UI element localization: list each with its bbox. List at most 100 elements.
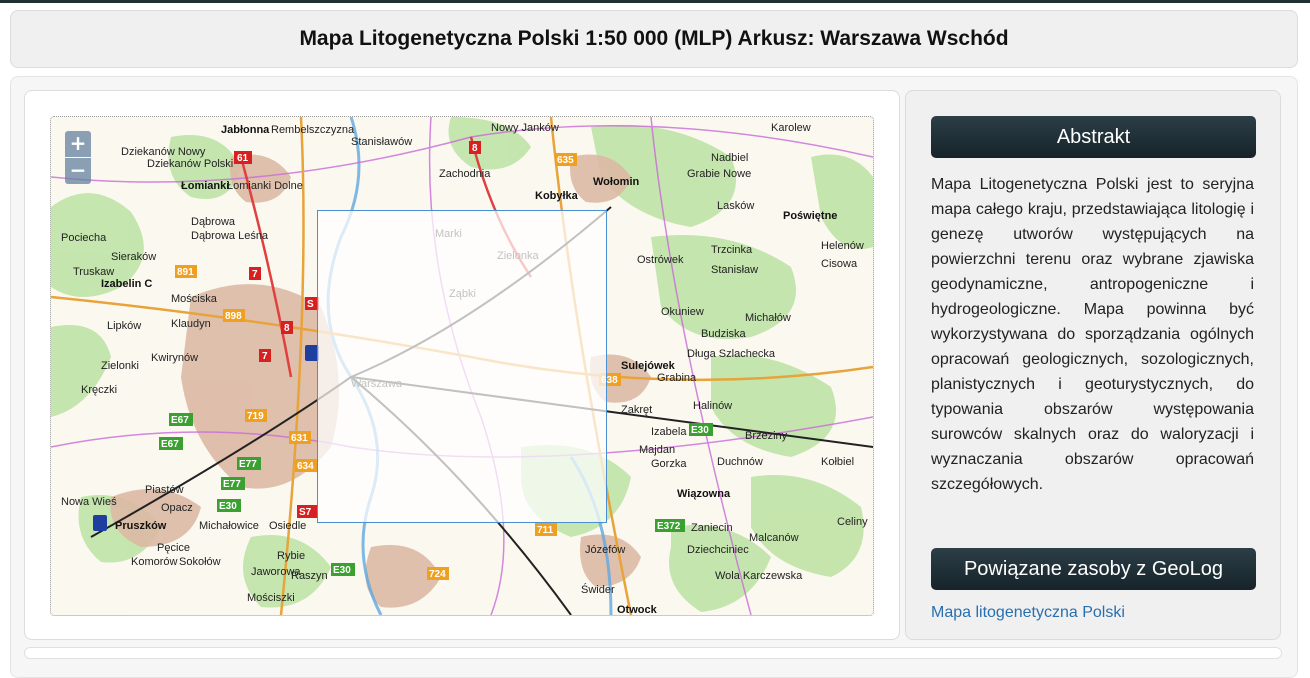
svg-text:Zakręt: Zakręt (621, 404, 652, 416)
svg-text:Kwirynów: Kwirynów (151, 352, 198, 364)
svg-text:Grabie Nowe: Grabie Nowe (687, 168, 751, 180)
svg-text:724: 724 (429, 569, 446, 580)
svg-text:E30: E30 (333, 565, 351, 576)
svg-text:Dąbrowa: Dąbrowa (191, 216, 236, 228)
svg-text:Karolew: Karolew (771, 122, 811, 134)
map-viewport[interactable]: Jabłonna Rembelszczyzna Nowy Janków Stan… (50, 116, 874, 616)
svg-text:Sulejówek: Sulejówek (621, 360, 676, 372)
svg-text:Klaudyn: Klaudyn (171, 318, 211, 330)
svg-text:Stanisławów: Stanisławów (351, 136, 412, 148)
svg-text:Rybie: Rybie (277, 550, 305, 562)
svg-text:E77: E77 (239, 459, 257, 470)
svg-text:Długa Szlachecka: Długa Szlachecka (687, 348, 776, 360)
svg-text:Kobyłka: Kobyłka (535, 190, 579, 202)
svg-text:Nowy Janków: Nowy Janków (491, 122, 559, 134)
svg-text:Mościska: Mościska (171, 293, 218, 305)
map-sheet-extent (317, 210, 607, 523)
svg-text:Pociecha: Pociecha (61, 232, 107, 244)
abstract-button[interactable]: Abstrakt (931, 116, 1256, 158)
svg-text:Helenów: Helenów (821, 240, 864, 252)
svg-text:Trzcinka: Trzcinka (711, 244, 753, 256)
svg-text:61: 61 (237, 153, 249, 164)
related-resource-link[interactable]: Mapa litogenetyczna Polski (931, 604, 1125, 622)
svg-text:Stanisław: Stanisław (711, 264, 758, 276)
svg-text:Piastów: Piastów (145, 484, 184, 496)
svg-text:E30: E30 (219, 501, 237, 512)
svg-text:Lipków: Lipków (107, 320, 141, 332)
svg-text:Celiny: Celiny (837, 516, 868, 528)
svg-text:635: 635 (557, 155, 574, 166)
svg-text:Michałowice: Michałowice (199, 520, 259, 532)
svg-text:Wola Karczewska: Wola Karczewska (715, 570, 803, 582)
svg-text:Kręczki: Kręczki (81, 384, 117, 396)
svg-text:631: 631 (291, 433, 308, 444)
svg-text:8: 8 (472, 143, 478, 154)
svg-text:Łomianki Dolne: Łomianki Dolne (227, 180, 303, 192)
svg-text:Sokołów: Sokołów (179, 556, 221, 568)
svg-text:Okuniew: Okuniew (661, 306, 704, 318)
svg-text:Zielonki: Zielonki (101, 360, 139, 372)
svg-text:Józefów: Józefów (585, 544, 625, 556)
svg-text:S: S (307, 299, 314, 310)
svg-text:E372: E372 (657, 521, 681, 532)
bottom-panel-edge (24, 647, 1282, 659)
svg-text:Truskaw: Truskaw (73, 266, 114, 278)
svg-text:634: 634 (297, 461, 314, 472)
svg-text:Dąbrowa Leśna: Dąbrowa Leśna (191, 230, 269, 242)
title-panel: Mapa Litogenetyczna Polski 1:50 000 (MLP… (10, 10, 1298, 68)
svg-text:Jabłonna: Jabłonna (221, 124, 270, 136)
svg-text:Izabelin C: Izabelin C (101, 278, 152, 290)
svg-text:Zachodnia: Zachodnia (439, 168, 491, 180)
zoom-in-button[interactable]: + (65, 131, 91, 157)
svg-text:Izabela: Izabela (651, 426, 687, 438)
svg-text:Osiedle: Osiedle (269, 520, 306, 532)
zoom-out-button[interactable]: − (65, 158, 91, 184)
svg-text:Malcanów: Malcanów (749, 532, 799, 544)
svg-text:Nadbiel: Nadbiel (711, 152, 748, 164)
svg-text:Wiązowna: Wiązowna (677, 488, 731, 500)
page-title: Mapa Litogenetyczna Polski 1:50 000 (MLP… (299, 27, 1009, 50)
svg-text:7: 7 (262, 351, 268, 362)
svg-text:Rembelszczyzna: Rembelszczyzna (271, 124, 355, 136)
svg-text:Budziska: Budziska (701, 328, 747, 340)
svg-text:Poświętne: Poświętne (783, 210, 837, 222)
svg-text:8: 8 (284, 323, 290, 334)
svg-text:719: 719 (247, 411, 264, 422)
svg-text:Komorów: Komorów (131, 556, 178, 568)
svg-text:E30: E30 (691, 425, 709, 436)
svg-text:Pęcice: Pęcice (157, 542, 190, 554)
svg-text:E67: E67 (171, 415, 189, 426)
svg-text:E77: E77 (223, 479, 241, 490)
svg-text:Zaniecin: Zaniecin (691, 522, 733, 534)
svg-text:Łomianki: Łomianki (181, 180, 229, 192)
svg-text:Ostrówek: Ostrówek (637, 254, 684, 266)
abstract-text: Mapa Litogenetyczna Polski jest to seryj… (931, 176, 1254, 493)
svg-text:Majdan: Majdan (639, 444, 675, 456)
svg-text:Gorzka: Gorzka (651, 458, 687, 470)
svg-text:Sieraków: Sieraków (111, 251, 156, 263)
svg-text:Dziekanów Polski: Dziekanów Polski (147, 158, 233, 170)
svg-text:E67: E67 (161, 439, 179, 450)
svg-text:Pruszków: Pruszków (115, 520, 167, 532)
svg-text:711: 711 (537, 525, 554, 536)
svg-text:Grabina: Grabina (657, 372, 697, 384)
svg-text:Nowa Wieś: Nowa Wieś (61, 496, 117, 508)
svg-text:Michałów: Michałów (745, 312, 791, 324)
svg-text:7: 7 (252, 269, 258, 280)
svg-text:Mościszki: Mościszki (247, 592, 295, 604)
svg-text:Opacz: Opacz (161, 502, 193, 514)
svg-text:Kołbiel: Kołbiel (821, 456, 854, 468)
svg-text:Otwock: Otwock (617, 604, 658, 615)
svg-text:S7: S7 (299, 507, 312, 518)
svg-text:898: 898 (225, 311, 242, 322)
svg-text:Lasków: Lasków (717, 200, 754, 212)
svg-text:Wołomin: Wołomin (593, 176, 640, 188)
svg-text:Brzeziny: Brzeziny (745, 430, 788, 442)
svg-text:Dziekanów Nowy: Dziekanów Nowy (121, 146, 206, 158)
related-resources-button[interactable]: Powiązane zasoby z GeoLog (931, 548, 1256, 590)
svg-text:891: 891 (177, 267, 194, 278)
svg-text:Duchnów: Duchnów (717, 456, 763, 468)
svg-text:Cisowa: Cisowa (821, 258, 858, 270)
svg-text:Dziechciniec: Dziechciniec (687, 544, 749, 556)
svg-text:Świder: Świder (581, 583, 615, 596)
